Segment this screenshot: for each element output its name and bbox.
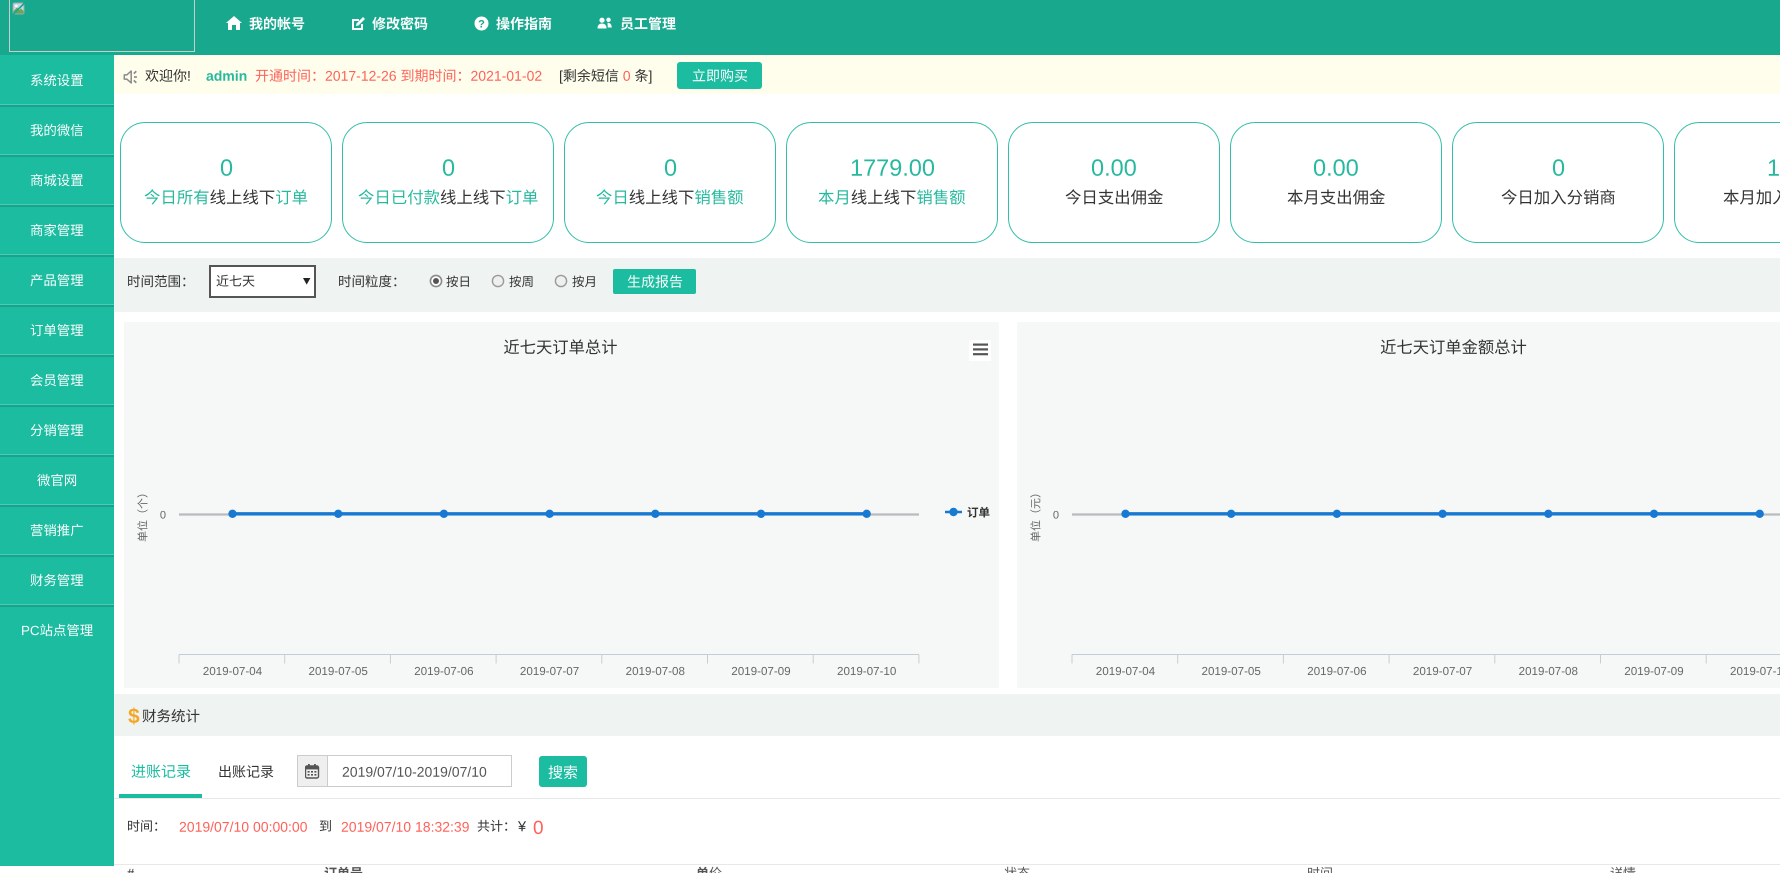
svg-text:?: ? [478, 18, 485, 30]
